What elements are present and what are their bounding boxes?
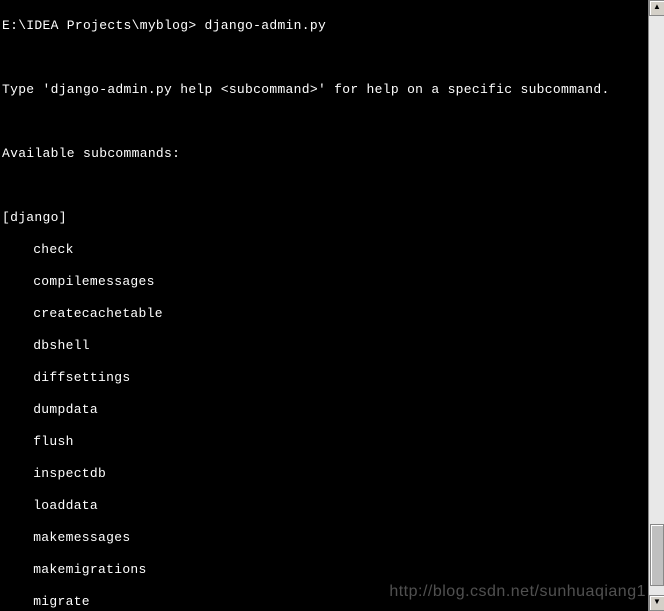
- subcommand-item: flush: [2, 434, 646, 450]
- scroll-down-button[interactable]: ▼: [649, 595, 664, 611]
- command-line: E:\IDEA Projects\myblog> django-admin.py: [2, 18, 646, 34]
- available-header: Available subcommands:: [2, 146, 646, 162]
- subcommand-item: dbshell: [2, 338, 646, 354]
- entered-command: django-admin.py: [205, 18, 327, 33]
- scrollbar-track[interactable]: [649, 16, 664, 595]
- subcommand-item: dumpdata: [2, 402, 646, 418]
- blank-line: [2, 114, 646, 130]
- subcommand-item: makemessages: [2, 530, 646, 546]
- group-label: [django]: [2, 210, 646, 226]
- prompt-path: E:\IDEA Projects\myblog>: [2, 18, 196, 33]
- scrollbar-thumb[interactable]: [650, 524, 664, 586]
- subcommand-item: makemigrations: [2, 562, 646, 578]
- blank-line: [2, 50, 646, 66]
- help-text: Type 'django-admin.py help <subcommand>'…: [2, 82, 646, 98]
- subcommand-item: loaddata: [2, 498, 646, 514]
- subcommand-item: diffsettings: [2, 370, 646, 386]
- terminal-window[interactable]: E:\IDEA Projects\myblog> django-admin.py…: [0, 0, 648, 611]
- subcommand-item: compilemessages: [2, 274, 646, 290]
- blank-line: [2, 178, 646, 194]
- subcommand-item: inspectdb: [2, 466, 646, 482]
- scroll-up-button[interactable]: ▲: [649, 0, 664, 16]
- subcommand-item: createcachetable: [2, 306, 646, 322]
- subcommand-item: check: [2, 242, 646, 258]
- vertical-scrollbar[interactable]: ▲ ▼: [648, 0, 664, 611]
- subcommand-item: migrate: [2, 594, 646, 610]
